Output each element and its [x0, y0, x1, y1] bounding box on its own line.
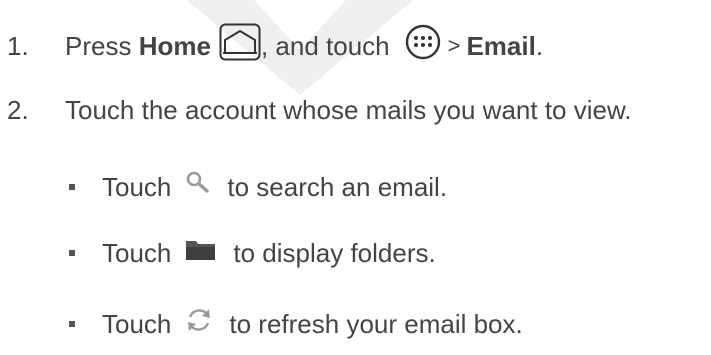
- bullet-marker: [69, 183, 75, 190]
- step-text: Touch the account whose mails you want t…: [65, 95, 632, 125]
- bullet-text-after: to refresh your email box.: [229, 308, 523, 339]
- bullet-text-before: Touch: [102, 308, 172, 339]
- step-1: 1. Press Home , and touch > Email.: [7, 23, 543, 68]
- step-number: 2.: [7, 95, 29, 125]
- bullet-text-before: Touch: [102, 238, 172, 268]
- menu-separator: >: [447, 32, 461, 58]
- bullet-text-before: Touch: [102, 171, 172, 202]
- bullet-text-after: to search an email.: [227, 171, 448, 202]
- folder-icon[interactable]: [185, 237, 217, 269]
- step-number: 1.: [7, 30, 29, 61]
- home-label: Home: [138, 30, 211, 61]
- email-label: Email: [466, 30, 536, 61]
- bullet-marker: [69, 250, 75, 256]
- step-text-press: Press: [65, 30, 132, 61]
- bullet-marker: [69, 320, 75, 327]
- search-icon[interactable]: [185, 170, 211, 203]
- step-text-mid: , and touch: [260, 30, 390, 61]
- apps-icon[interactable]: [404, 23, 442, 68]
- step-2: 2. Touch the account whose mails you wan…: [7, 94, 632, 126]
- bullet-folders: Touch to display folders.: [69, 237, 436, 269]
- refresh-icon[interactable]: [185, 306, 213, 341]
- bullet-text-after: to display folders.: [233, 238, 436, 268]
- step-end: .: [535, 30, 544, 61]
- bullet-search: Touch to search an email.: [69, 170, 447, 203]
- bullet-refresh: Touch to refresh your email box.: [69, 306, 523, 341]
- home-icon[interactable]: [219, 23, 261, 68]
